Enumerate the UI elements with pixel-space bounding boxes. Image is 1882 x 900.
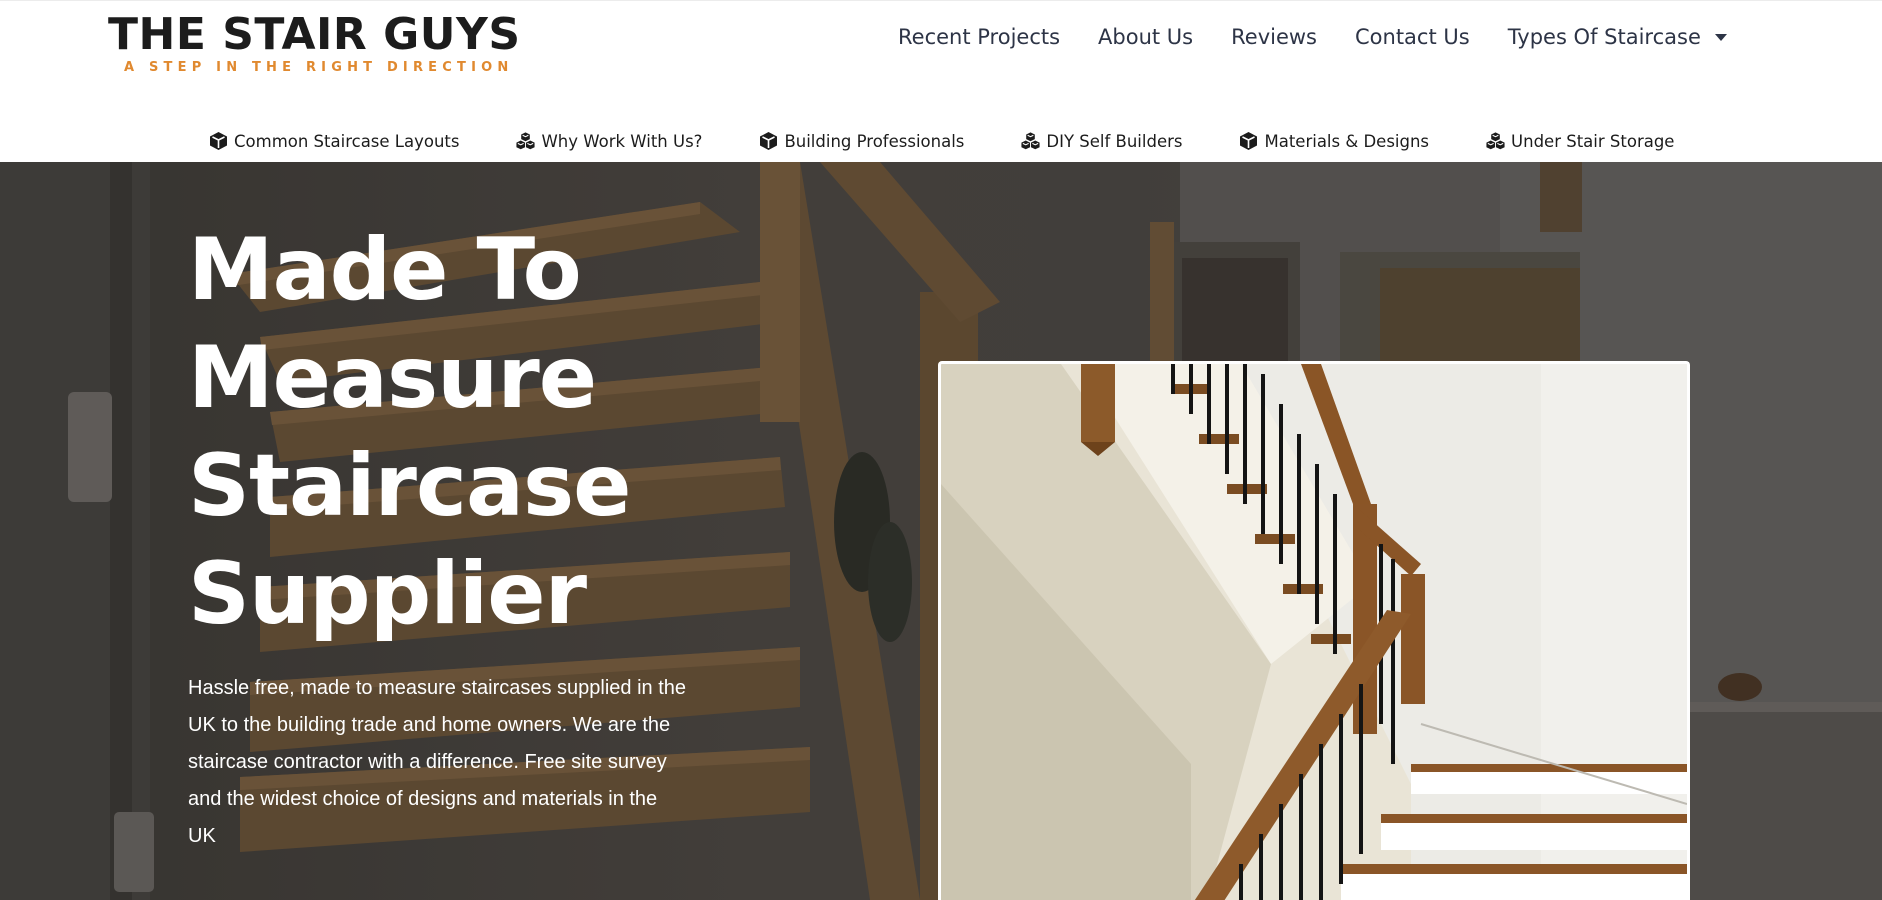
cube-icon: [210, 132, 227, 150]
nav-types-of-staircase-label: Types Of Staircase: [1507, 25, 1701, 49]
nav-reviews[interactable]: Reviews: [1231, 25, 1317, 49]
cube-icon: [760, 132, 778, 150]
main-navigation: Recent Projects About Us Reviews Contact…: [898, 19, 1727, 55]
nav-about-us[interactable]: About Us: [1098, 25, 1193, 49]
hero-heading-line: Made To: [188, 220, 582, 320]
subnav-under-stair-storage[interactable]: Under Stair Storage: [1485, 131, 1674, 151]
hero-heading-line: Staircase: [188, 436, 632, 536]
cube-icon: [1240, 132, 1258, 150]
hero-heading-line: Measure: [188, 328, 597, 428]
hero-feature-image: [938, 361, 1690, 900]
secondary-navigation: Common Staircase Layouts Why Work With U…: [208, 127, 1674, 155]
subnav-building-professionals[interactable]: Building Professionals: [758, 131, 964, 151]
site-logo[interactable]: THE STAIR GUYS A STEP IN THE RIGHT DIREC…: [108, 9, 521, 75]
hero-section: Made To Measure Staircase Supplier Hassl…: [0, 162, 1882, 900]
hero-heading: Made To Measure Staircase Supplier: [188, 216, 808, 648]
cubes-icon: [1486, 132, 1505, 150]
hero-heading-line: Supplier: [188, 544, 587, 644]
subnav-label: DIY Self Builders: [1046, 131, 1183, 151]
nav-types-of-staircase[interactable]: Types Of Staircase: [1508, 25, 1727, 49]
subnav-why-work-with-us[interactable]: Why Work With Us?: [515, 131, 702, 151]
hero-description: Hassle free, made to measure staircases …: [188, 677, 687, 847]
subnav-label: Under Stair Storage: [1511, 131, 1675, 151]
nav-contact-us[interactable]: Contact Us: [1355, 25, 1470, 49]
cubes-icon: [1021, 132, 1040, 150]
logo-title: THE STAIR GUYS: [108, 9, 521, 60]
logo-tagline: A STEP IN THE RIGHT DIRECTION: [124, 60, 514, 75]
subnav-diy-self-builders[interactable]: DIY Self Builders: [1020, 131, 1182, 151]
cubes-icon: [516, 132, 536, 150]
subnav-label: Building Professionals: [784, 131, 965, 151]
subnav-materials-designs[interactable]: Materials & Designs: [1238, 131, 1429, 151]
site-header: THE STAIR GUYS A STEP IN THE RIGHT DIREC…: [0, 0, 1882, 162]
subnav-label: Why Work With Us?: [541, 131, 703, 151]
subnav-label: Common Staircase Layouts: [234, 131, 460, 151]
subnav-label: Materials & Designs: [1264, 131, 1430, 151]
nav-recent-projects[interactable]: Recent Projects: [898, 25, 1060, 49]
subnav-common-staircase-layouts[interactable]: Common Staircase Layouts: [208, 131, 459, 151]
caret-down-icon[interactable]: [1714, 33, 1727, 41]
